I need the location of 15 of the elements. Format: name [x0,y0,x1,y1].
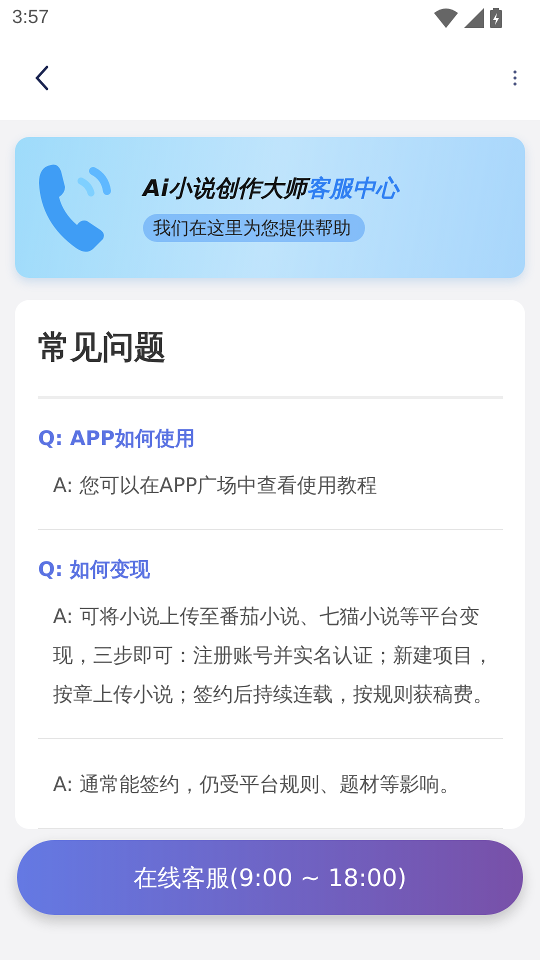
wifi-icon [434,8,458,28]
faq-question: Q: APP如何使用 [38,425,196,452]
signal-icon [464,8,484,28]
faq-title: 常见问题 [38,326,503,399]
faq-answer: A: 可将小说上传至番茄小说、七猫小说等平台变现，三步即可：注册账号并实名认证；新建项目，按章上传小说；签约后持续连载，按规则获稿费。 [52,603,494,708]
faq-answer: A: 通常能签约，仍受平台规则、题材等影响。 [52,771,460,798]
faq-question: Q: 如何变现 [38,556,151,583]
back-icon[interactable] [34,65,50,91]
online-service-button[interactable]: 在线客服(9:00 ~ 18:00) [17,840,523,915]
more-icon[interactable] [513,70,517,86]
banner-subtitle: 我们在这里为您提供帮助 [143,214,365,242]
status-time: 3:57 [12,7,49,29]
faq-answer: A: 您可以在APP广场中查看使用教程 [52,472,378,499]
battery-icon [490,8,502,28]
banner-title: Ai小说创作大师客服中心 [143,175,399,204]
